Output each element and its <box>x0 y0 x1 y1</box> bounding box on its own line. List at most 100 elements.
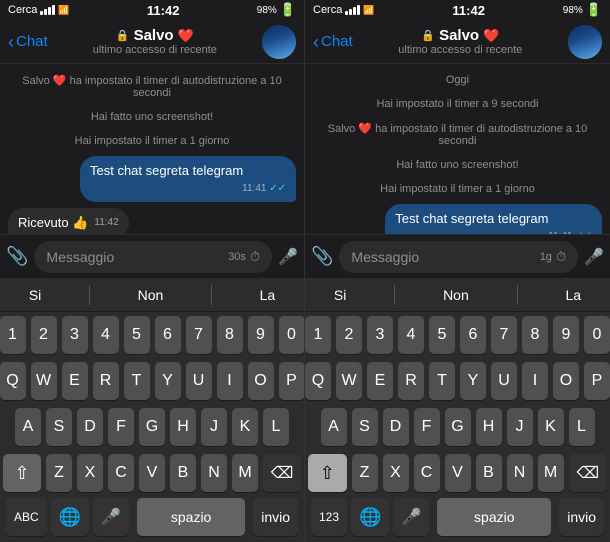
key-e[interactable]: E <box>62 362 88 400</box>
mic-icon-right[interactable]: 🎤 <box>584 247 604 267</box>
key-l-r[interactable]: L <box>569 408 595 446</box>
key-i-r[interactable]: I <box>522 362 548 400</box>
key-6[interactable]: 6 <box>155 316 181 354</box>
key-b[interactable]: B <box>170 454 196 492</box>
key-x-r[interactable]: X <box>383 454 409 492</box>
key-3-r[interactable]: 3 <box>367 316 393 354</box>
back-button-left[interactable]: ‹ Chat <box>8 33 48 51</box>
key-4-r[interactable]: 4 <box>398 316 424 354</box>
key-a[interactable]: A <box>15 408 41 446</box>
key-g-r[interactable]: G <box>445 408 471 446</box>
key-6-r[interactable]: 6 <box>460 316 486 354</box>
key-z-r[interactable]: Z <box>352 454 378 492</box>
key-5[interactable]: 5 <box>124 316 150 354</box>
globe-key-left[interactable]: 🌐 <box>51 498 89 536</box>
key-k[interactable]: K <box>232 408 258 446</box>
key-v[interactable]: V <box>139 454 165 492</box>
key-s[interactable]: S <box>46 408 72 446</box>
key-l[interactable]: L <box>263 408 289 446</box>
key-j-r[interactable]: J <box>507 408 533 446</box>
key-h-r[interactable]: H <box>476 408 502 446</box>
key-m[interactable]: M <box>232 454 258 492</box>
key-9[interactable]: 9 <box>248 316 274 354</box>
key-b-r[interactable]: B <box>476 454 502 492</box>
key-h[interactable]: H <box>170 408 196 446</box>
key-d[interactable]: D <box>77 408 103 446</box>
mic-key-left[interactable]: 🎤 <box>93 498 129 536</box>
key-q-r[interactable]: Q <box>305 362 331 400</box>
back-label-right[interactable]: Chat <box>321 33 353 50</box>
suggestion-la-left[interactable]: La <box>250 283 286 307</box>
space-key-right[interactable]: spazio <box>437 498 551 536</box>
key-1-r[interactable]: 1 <box>305 316 331 354</box>
delete-key-right[interactable]: ⌫ <box>569 454 608 492</box>
key-n[interactable]: N <box>201 454 227 492</box>
message-input-right[interactable]: Messaggio 1g ⏱ <box>339 241 578 273</box>
mic-key-right[interactable]: 🎤 <box>393 498 429 536</box>
abc-key-left[interactable]: ABC <box>6 498 47 536</box>
suggestion-non-left[interactable]: Non <box>128 283 174 307</box>
key-w[interactable]: W <box>31 362 57 400</box>
key-z[interactable]: Z <box>46 454 72 492</box>
key-u[interactable]: U <box>186 362 212 400</box>
invio-key-left[interactable]: invio <box>253 498 298 536</box>
key-7[interactable]: 7 <box>186 316 212 354</box>
key-y-r[interactable]: Y <box>460 362 486 400</box>
shift-key-left[interactable]: ⇧ <box>3 454 41 492</box>
key-o-r[interactable]: O <box>553 362 579 400</box>
key-4[interactable]: 4 <box>93 316 119 354</box>
key-1[interactable]: 1 <box>0 316 26 354</box>
avatar-right[interactable] <box>568 25 602 59</box>
key-m-r[interactable]: M <box>538 454 564 492</box>
key-y[interactable]: Y <box>155 362 181 400</box>
key-p[interactable]: P <box>279 362 305 400</box>
key-0-r[interactable]: 0 <box>584 316 610 354</box>
suggestion-non-right[interactable]: Non <box>433 283 479 307</box>
space-key-left[interactable]: spazio <box>137 498 245 536</box>
key-d-r[interactable]: D <box>383 408 409 446</box>
mic-icon-left[interactable]: 🎤 <box>278 247 298 267</box>
key-u-r[interactable]: U <box>491 362 517 400</box>
key-s-r[interactable]: S <box>352 408 378 446</box>
key-7-r[interactable]: 7 <box>491 316 517 354</box>
key-2[interactable]: 2 <box>31 316 57 354</box>
key-2-r[interactable]: 2 <box>336 316 362 354</box>
key-p-r[interactable]: P <box>584 362 610 400</box>
key-3[interactable]: 3 <box>62 316 88 354</box>
key-r[interactable]: R <box>93 362 119 400</box>
key-9-r[interactable]: 9 <box>553 316 579 354</box>
avatar-left[interactable] <box>262 25 296 59</box>
suggestion-si-right[interactable]: Si <box>324 283 356 307</box>
key-q[interactable]: Q <box>0 362 26 400</box>
back-button-right[interactable]: ‹ Chat <box>313 33 353 51</box>
key-t-r[interactable]: T <box>429 362 455 400</box>
key-v-r[interactable]: V <box>445 454 471 492</box>
key-t[interactable]: T <box>124 362 150 400</box>
key-8[interactable]: 8 <box>217 316 243 354</box>
key-e-r[interactable]: E <box>367 362 393 400</box>
key-j[interactable]: J <box>201 408 227 446</box>
key-g[interactable]: G <box>139 408 165 446</box>
key-n-r[interactable]: N <box>507 454 533 492</box>
key-k-r[interactable]: K <box>538 408 564 446</box>
key-o[interactable]: O <box>248 362 274 400</box>
key-f-r[interactable]: F <box>414 408 440 446</box>
key-c-r[interactable]: C <box>414 454 440 492</box>
shift-key-right[interactable]: ⇧ <box>308 454 347 492</box>
invio-key-right[interactable]: invio <box>559 498 604 536</box>
123-key-right[interactable]: 123 <box>311 498 347 536</box>
key-r-r[interactable]: R <box>398 362 424 400</box>
suggestion-la-right[interactable]: La <box>555 283 591 307</box>
globe-key-right[interactable]: 🌐 <box>351 498 389 536</box>
key-w-r[interactable]: W <box>336 362 362 400</box>
key-0[interactable]: 0 <box>279 316 305 354</box>
key-f[interactable]: F <box>108 408 134 446</box>
back-label-left[interactable]: Chat <box>16 33 48 50</box>
attach-icon-left[interactable]: 📎 <box>6 246 28 267</box>
message-input-left[interactable]: Messaggio 30s ⏱ <box>34 241 272 273</box>
key-c[interactable]: C <box>108 454 134 492</box>
key-i[interactable]: I <box>217 362 243 400</box>
key-a-r[interactable]: A <box>321 408 347 446</box>
delete-key-left[interactable]: ⌫ <box>263 454 301 492</box>
key-x[interactable]: X <box>77 454 103 492</box>
